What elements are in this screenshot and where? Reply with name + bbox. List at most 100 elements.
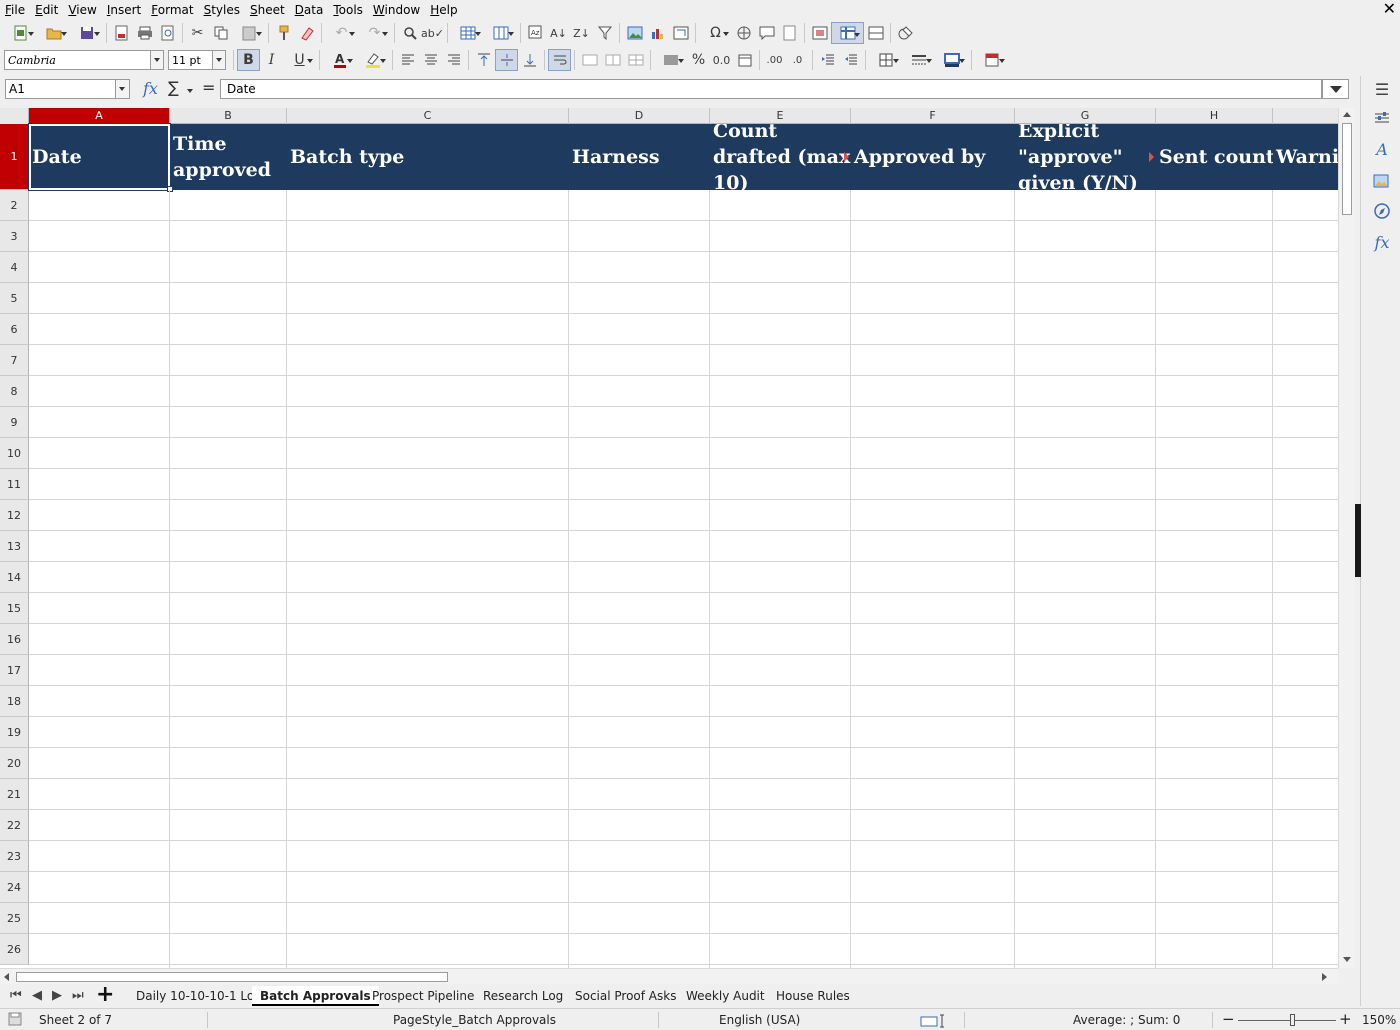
page-style[interactable]: PageStyle_Batch Approvals xyxy=(393,1013,556,1027)
header-cell-harness[interactable]: Harness xyxy=(569,124,710,190)
row-header-13[interactable]: 13 xyxy=(0,531,29,562)
formula-input[interactable]: Date xyxy=(220,79,1322,99)
spreadsheet-grid[interactable]: A B C D E F G H 1 2 3 4 5 6 7 8 9 10 11 12 13 14 15 16 1… xyxy=(0,108,1338,968)
row-header-3[interactable]: 3 xyxy=(0,221,29,252)
merge-center-icon[interactable] xyxy=(578,49,601,71)
previous-sheet-icon[interactable]: ◀ xyxy=(32,988,42,1003)
comment-icon[interactable] xyxy=(755,22,778,44)
percent-format-icon[interactable]: % xyxy=(687,49,710,71)
menu-data[interactable]: Data xyxy=(290,0,329,20)
sheet-tab-prospect-pipeline[interactable]: Prospect Pipeline xyxy=(364,986,482,1006)
row-header-15[interactable]: 15 xyxy=(0,593,29,624)
scroll-right-icon[interactable] xyxy=(1322,973,1327,981)
autofilter-icon[interactable] xyxy=(593,22,616,44)
spelling-icon[interactable]: ab✓ xyxy=(421,22,444,44)
menu-sheet[interactable]: Sheet xyxy=(245,0,290,20)
font-size-combo[interactable]: 11 pt xyxy=(168,50,226,70)
export-pdf-icon[interactable] xyxy=(110,22,133,44)
paste-icon[interactable] xyxy=(232,22,265,44)
sheet-tab-weekly-audit[interactable]: Weekly Audit xyxy=(678,986,773,1006)
formula-icon[interactable]: = xyxy=(202,78,215,97)
sidebar-menu-icon[interactable]: ☰ xyxy=(1371,78,1393,100)
horizontal-scrollbar[interactable] xyxy=(0,968,1338,985)
menu-tools[interactable]: Tools xyxy=(328,0,368,20)
header-cell-batch-type[interactable]: Batch type xyxy=(287,124,569,190)
row-header-20[interactable]: 20 xyxy=(0,748,29,779)
row-header-18[interactable]: 18 xyxy=(0,686,29,717)
redo-icon[interactable]: ↷ xyxy=(358,22,391,44)
row-header-21[interactable]: 21 xyxy=(0,779,29,810)
clear-formatting-icon[interactable] xyxy=(295,22,318,44)
fill-handle[interactable] xyxy=(167,186,173,192)
header-cell-warnings[interactable]: Warni xyxy=(1273,124,1338,190)
properties-icon[interactable] xyxy=(1371,107,1393,129)
align-center-icon[interactable] xyxy=(419,49,442,71)
zoom-level[interactable]: 150% xyxy=(1362,1013,1396,1027)
row-icon[interactable] xyxy=(451,22,484,44)
hyperlink-icon[interactable] xyxy=(732,22,755,44)
row-header-25[interactable]: 25 xyxy=(0,903,29,934)
save-icon[interactable] xyxy=(70,22,103,44)
select-all-corner[interactable] xyxy=(0,108,29,124)
bold-icon[interactable]: B xyxy=(237,49,260,71)
close-document-icon[interactable]: ✕ xyxy=(1383,0,1396,18)
column-header-f[interactable]: F xyxy=(851,108,1015,124)
function-wizard-icon[interactable]: fx xyxy=(143,79,158,98)
row-header-14[interactable]: 14 xyxy=(0,562,29,593)
menu-window[interactable]: Window xyxy=(368,0,425,20)
sort-icon[interactable]: Az xyxy=(524,22,547,44)
row-header-9[interactable]: 9 xyxy=(0,407,29,438)
row-header-6[interactable]: 6 xyxy=(0,314,29,345)
vertical-scroll-thumb[interactable] xyxy=(1342,123,1352,215)
column-header-c[interactable]: C xyxy=(287,108,569,124)
align-right-icon[interactable] xyxy=(442,49,465,71)
zoom-slider[interactable] xyxy=(1238,1020,1336,1021)
border-color-icon[interactable] xyxy=(935,49,968,71)
highlight-color-icon[interactable] xyxy=(356,49,389,71)
add-sheet-icon[interactable]: + xyxy=(96,984,114,1006)
row-header-24[interactable]: 24 xyxy=(0,872,29,903)
pivot-table-icon[interactable] xyxy=(669,22,692,44)
undo-icon[interactable]: ↶ xyxy=(325,22,358,44)
row-header-2[interactable]: 2 xyxy=(0,190,29,221)
expand-formula-bar-icon[interactable] xyxy=(1322,79,1349,99)
row-header-5[interactable]: 5 xyxy=(0,283,29,314)
row-header-11[interactable]: 11 xyxy=(0,469,29,500)
print-preview-icon[interactable] xyxy=(156,22,179,44)
row-header-23[interactable]: 23 xyxy=(0,841,29,872)
font-name-combo[interactable]: Cambria xyxy=(4,50,164,70)
sheet-tab-social-proof-asks[interactable]: Social Proof Asks xyxy=(567,986,684,1006)
border-style-icon[interactable] xyxy=(902,49,935,71)
zoom-out-icon[interactable]: − xyxy=(1222,1010,1235,1028)
header-cell-count-drafted[interactable]: Count drafted (max 10) xyxy=(710,124,851,190)
menu-insert[interactable]: Insert xyxy=(102,0,146,20)
decrease-indent-icon[interactable] xyxy=(839,49,862,71)
increase-indent-icon[interactable] xyxy=(816,49,839,71)
column-header-g[interactable]: G xyxy=(1015,108,1156,124)
first-sheet-icon[interactable]: ⏮ xyxy=(10,988,22,1003)
name-box[interactable]: A1 xyxy=(5,79,130,99)
underline-icon[interactable]: U xyxy=(283,49,316,71)
scroll-down-icon[interactable] xyxy=(1343,957,1351,962)
menu-view[interactable]: View xyxy=(63,0,101,20)
row-header-10[interactable]: 10 xyxy=(0,438,29,469)
row-header-16[interactable]: 16 xyxy=(0,624,29,655)
align-left-icon[interactable] xyxy=(396,49,419,71)
insert-chart-icon[interactable] xyxy=(646,22,669,44)
add-decimal-icon[interactable]: .00 xyxy=(763,49,786,71)
merge-cells-icon[interactable] xyxy=(601,49,624,71)
row-header-19[interactable]: 19 xyxy=(0,717,29,748)
open-folder-icon[interactable] xyxy=(37,22,70,44)
row-header-17[interactable]: 17 xyxy=(0,655,29,686)
sidebar-collapse-handle[interactable] xyxy=(1355,504,1361,577)
menu-styles[interactable]: Styles xyxy=(199,0,245,20)
header-cell-explicit-approve[interactable]: Explicit "approve" given (Y/N) xyxy=(1015,124,1156,190)
unmerge-cells-icon[interactable] xyxy=(624,49,647,71)
insert-image-icon[interactable] xyxy=(623,22,646,44)
sheet-tab-research-log[interactable]: Research Log xyxy=(475,986,571,1006)
sort-ascending-icon[interactable]: A↓ xyxy=(547,22,570,44)
scroll-up-icon[interactable] xyxy=(1343,112,1351,117)
conditional-format-icon[interactable] xyxy=(975,49,1008,71)
gallery-icon[interactable] xyxy=(1371,169,1393,191)
row-header-8[interactable]: 8 xyxy=(0,376,29,407)
